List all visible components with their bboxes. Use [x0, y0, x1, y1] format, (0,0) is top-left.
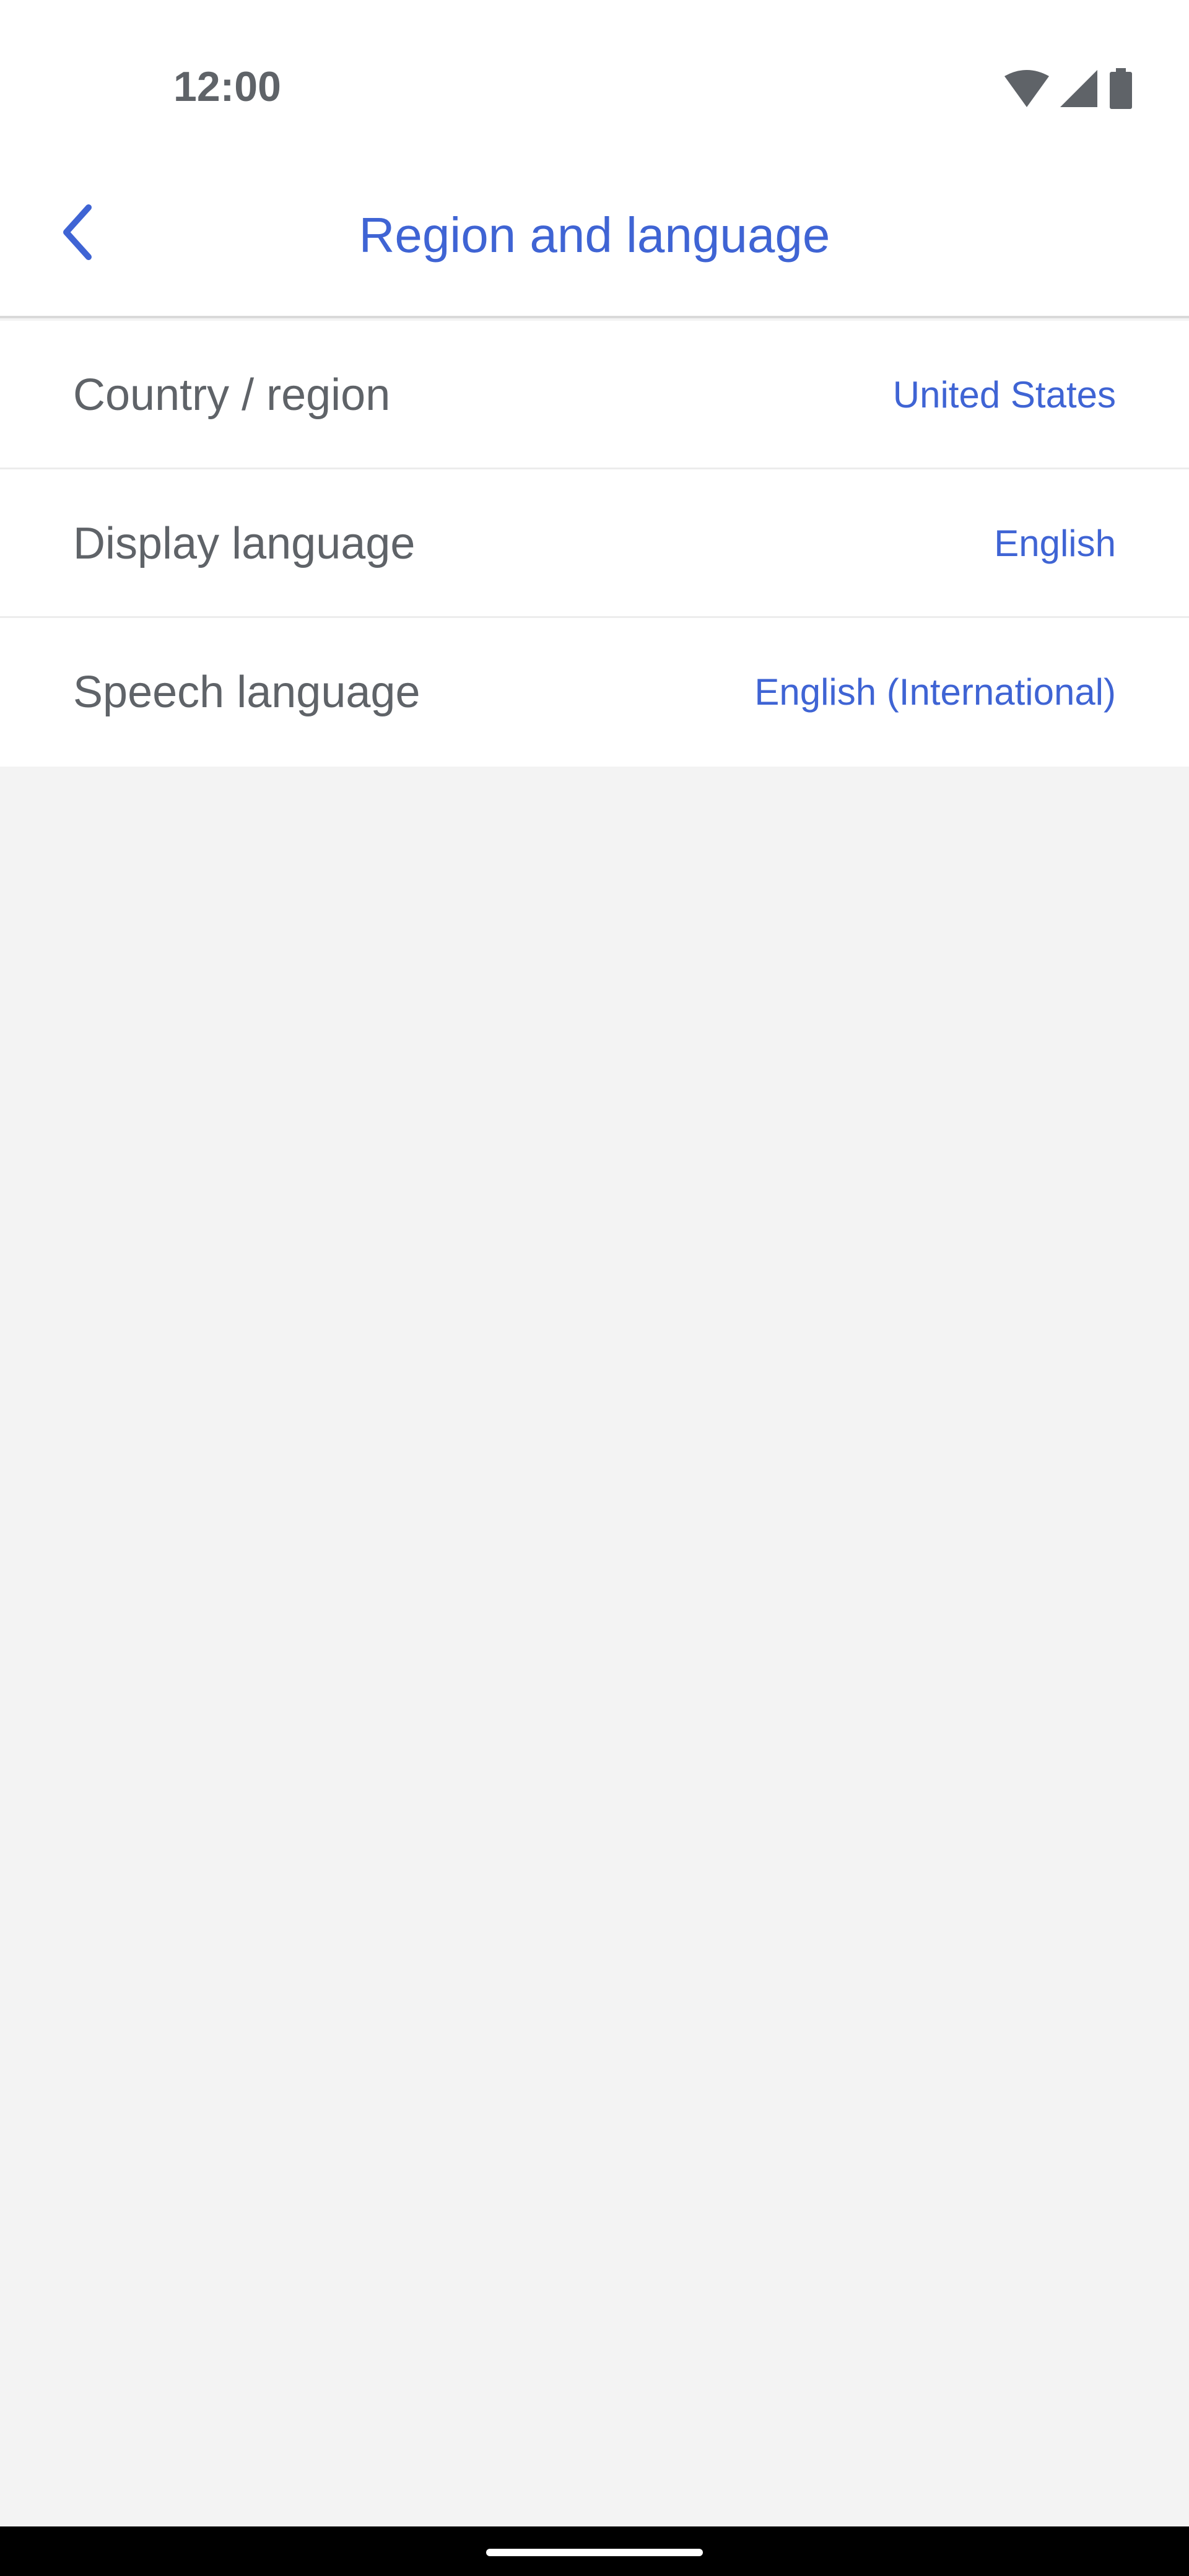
setting-value: English: [994, 523, 1116, 564]
battery-icon: [1110, 68, 1132, 109]
setting-row-speech-language[interactable]: Speech language English (International): [0, 618, 1189, 767]
settings-list: Country / region United States Display l…: [0, 321, 1189, 767]
setting-label: Display language: [73, 519, 416, 568]
page-title: Region and language: [359, 207, 830, 263]
status-bar: 12:00: [0, 0, 1189, 167]
wifi-icon: [1004, 70, 1049, 107]
status-time: 12:00: [173, 63, 281, 110]
setting-row-country-region[interactable]: Country / region United States: [0, 321, 1189, 469]
setting-label: Country / region: [73, 370, 391, 420]
system-nav-bar: [0, 2526, 1189, 2576]
home-indicator[interactable]: [486, 2549, 703, 2556]
cell-signal-icon: [1060, 70, 1097, 107]
app-bar: Region and language: [0, 167, 1189, 318]
setting-label: Speech language: [73, 668, 420, 717]
setting-value: United States: [892, 374, 1116, 416]
setting-value: English (International): [754, 671, 1116, 713]
setting-row-display-language[interactable]: Display language English: [0, 469, 1189, 618]
status-icons: [1004, 67, 1133, 110]
